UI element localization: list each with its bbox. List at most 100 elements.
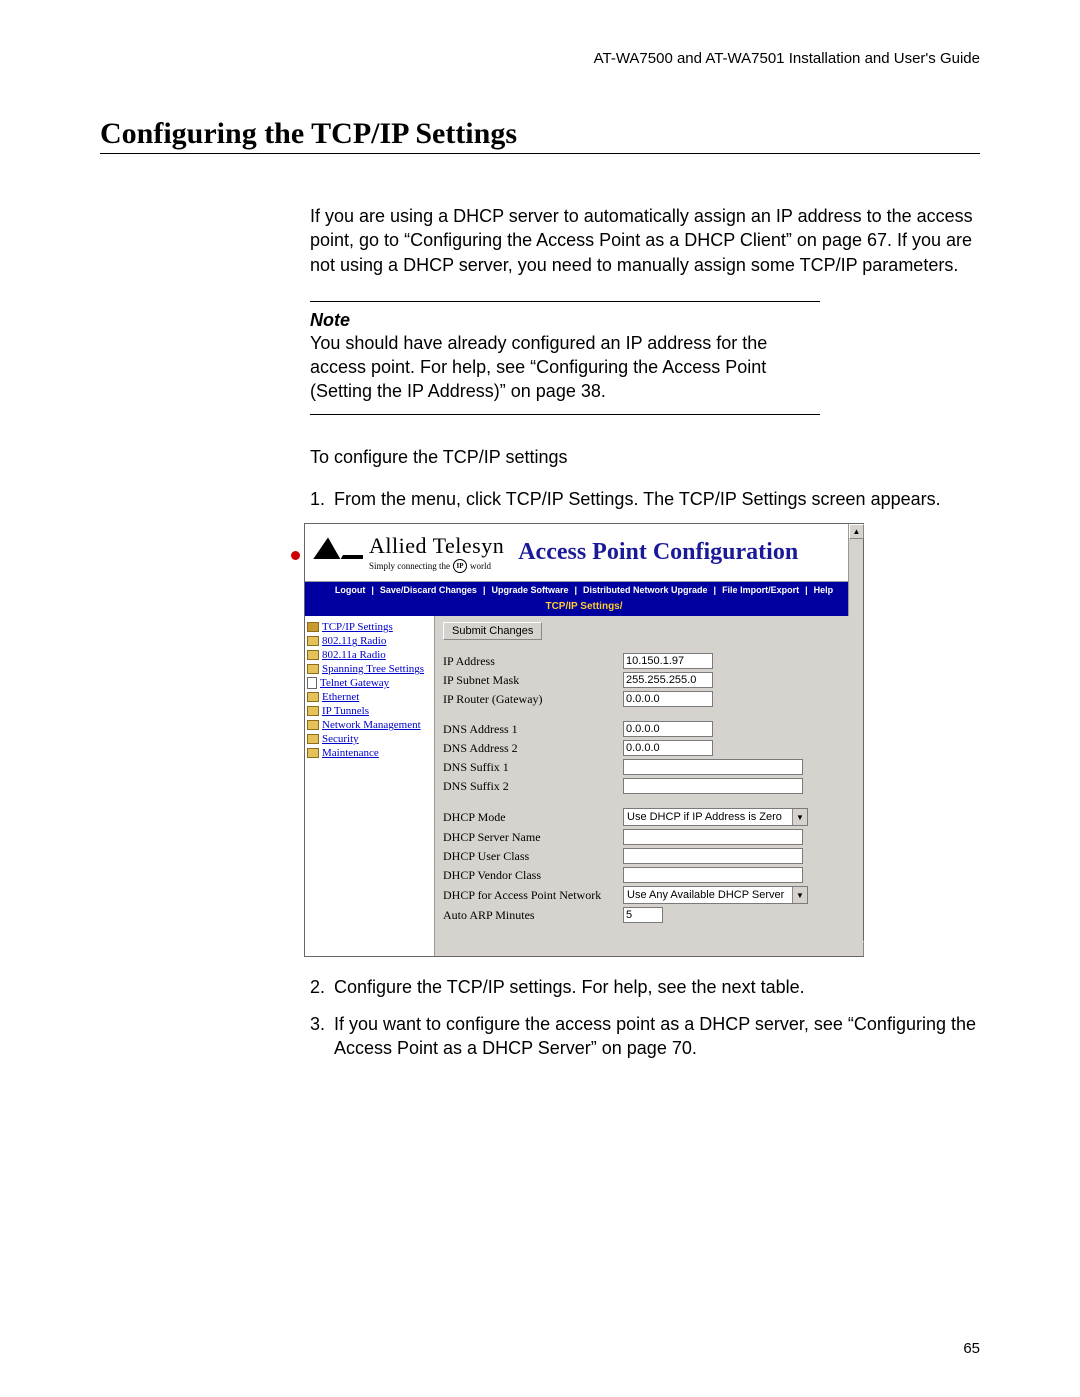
logo-mark-icon (313, 537, 363, 559)
nav-80211a-radio[interactable]: 802.11a Radio (307, 648, 432, 662)
nav-label: 802.11a Radio (322, 649, 386, 661)
ip-router-input[interactable] (623, 691, 713, 707)
doc-header: AT-WA7500 and AT-WA7501 Installation and… (100, 50, 980, 67)
chevron-down-icon: ▼ (792, 809, 807, 825)
menu-logout[interactable]: Logout (333, 585, 368, 595)
dns2-input[interactable] (623, 740, 713, 756)
nav-label: IP Tunnels (322, 705, 369, 717)
dns2-label: DNS Address 2 (443, 741, 623, 756)
scroll-up-icon[interactable]: ▲ (849, 524, 864, 539)
tagline-pre: Simply connecting the (369, 561, 450, 571)
step-text: From the menu, click TCP/IP Settings. Th… (334, 487, 980, 511)
page-number: 65 (963, 1340, 980, 1357)
nav-spanning-tree[interactable]: Spanning Tree Settings (307, 662, 432, 676)
document-icon (307, 677, 317, 689)
form-panel: Submit Changes IP Address IP Subnet Mask… (435, 616, 863, 956)
folder-icon (307, 706, 319, 716)
nav-label: Ethernet (322, 691, 359, 703)
nav-maintenance[interactable]: Maintenance (307, 746, 432, 760)
intro-paragraph: If you are using a DHCP server to automa… (310, 204, 980, 277)
nav-ethernet[interactable]: Ethernet (307, 690, 432, 704)
auto-arp-label: Auto ARP Minutes (443, 908, 623, 923)
folder-open-icon (307, 622, 319, 632)
nav-telnet-gateway[interactable]: Telnet Gateway (307, 676, 432, 690)
folder-icon (307, 734, 319, 744)
side-nav: TCP/IP Settings 802.11g Radio 802.11a Ra… (305, 616, 435, 956)
nav-ip-tunnels[interactable]: IP Tunnels (307, 704, 432, 718)
folder-icon (307, 664, 319, 674)
step-text: Configure the TCP/IP settings. For help,… (334, 975, 980, 999)
ip-address-label: IP Address (443, 654, 623, 669)
dns-suffix2-input[interactable] (623, 778, 803, 794)
nav-80211g-radio[interactable]: 802.11g Radio (307, 634, 432, 648)
menu-upgrade-software[interactable]: Upgrade Software (489, 585, 570, 595)
section-title: Configuring the TCP/IP Settings (100, 117, 980, 154)
nav-security[interactable]: Security (307, 732, 432, 746)
config-title: Access Point Configuration (518, 539, 798, 566)
menu-help[interactable]: Help (812, 585, 836, 595)
auto-arp-input[interactable] (623, 907, 663, 923)
dhcp-user-class-input[interactable] (623, 848, 803, 864)
brand-tagline: Simply connecting the IP world (369, 559, 504, 573)
screenshot-header: Allied Telesyn Simply connecting the IP … (305, 524, 863, 582)
nav-label: TCP/IP Settings (322, 621, 393, 633)
dhcp-server-name-label: DHCP Server Name (443, 830, 623, 845)
dhcp-vendor-class-label: DHCP Vendor Class (443, 868, 623, 883)
dns-suffix1-input[interactable] (623, 759, 803, 775)
step-2: 2. Configure the TCP/IP settings. For he… (310, 975, 980, 999)
to-configure-line: To configure the TCP/IP settings (310, 445, 980, 469)
brand-logo: Allied Telesyn Simply connecting the IP … (313, 533, 504, 573)
select-value: Use Any Available DHCP Server (627, 889, 784, 901)
nav-label: 802.11g Radio (322, 635, 386, 647)
nav-label: Network Management (322, 719, 421, 731)
chevron-down-icon: ▼ (792, 887, 807, 903)
step-number: 3. (310, 1012, 334, 1061)
dns-suffix1-label: DNS Suffix 1 (443, 760, 623, 775)
step-text: If you want to configure the access poin… (334, 1012, 980, 1061)
nav-tcpip-settings[interactable]: TCP/IP Settings (307, 620, 432, 634)
subnet-mask-input[interactable] (623, 672, 713, 688)
menu-distributed-upgrade[interactable]: Distributed Network Upgrade (581, 585, 710, 595)
dns1-label: DNS Address 1 (443, 722, 623, 737)
menu-file-import-export[interactable]: File Import/Export (720, 585, 801, 595)
dhcp-ap-network-label: DHCP for Access Point Network (443, 888, 623, 903)
nav-label: Telnet Gateway (320, 677, 389, 689)
dhcp-mode-select[interactable]: Use DHCP if IP Address is Zero ▼ (623, 808, 808, 826)
note-label: Note (310, 310, 820, 331)
ip-router-label: IP Router (Gateway) (443, 692, 623, 707)
note-box: Note You should have already configured … (310, 301, 820, 415)
brand-name: Allied Telesyn (369, 533, 504, 559)
tcpip-screenshot: ▲ ▼ Allied Telesyn Simply connecting the… (304, 523, 864, 957)
ip-circle-icon: IP (453, 559, 467, 573)
folder-icon (307, 692, 319, 702)
folder-icon (307, 650, 319, 660)
step-3: 3. If you want to configure the access p… (310, 1012, 980, 1061)
dns1-input[interactable] (623, 721, 713, 737)
step-number: 1. (310, 487, 334, 511)
logo-dot-icon (291, 551, 300, 560)
dhcp-mode-label: DHCP Mode (443, 810, 623, 825)
step-1: 1. From the menu, click TCP/IP Settings.… (310, 487, 980, 511)
menu-save-discard[interactable]: Save/Discard Changes (378, 585, 479, 595)
subnet-mask-label: IP Subnet Mask (443, 673, 623, 688)
nav-label: Spanning Tree Settings (322, 663, 424, 675)
submit-changes-button[interactable]: Submit Changes (443, 622, 542, 640)
dhcp-server-name-input[interactable] (623, 829, 803, 845)
ip-address-input[interactable] (623, 653, 713, 669)
folder-icon (307, 636, 319, 646)
tagline-post: world (470, 561, 491, 571)
note-body: You should have already configured an IP… (310, 331, 820, 404)
dhcp-vendor-class-input[interactable] (623, 867, 803, 883)
top-menu-bar: Logout| Save/Discard Changes| Upgrade So… (305, 582, 863, 616)
nav-label: Security (322, 733, 359, 745)
breadcrumb: TCP/IP Settings/ (305, 598, 863, 616)
select-value: Use DHCP if IP Address is Zero (627, 811, 782, 823)
dns-suffix2-label: DNS Suffix 2 (443, 779, 623, 794)
folder-icon (307, 720, 319, 730)
dhcp-user-class-label: DHCP User Class (443, 849, 623, 864)
folder-icon (307, 748, 319, 758)
nav-label: Maintenance (322, 747, 379, 759)
dhcp-ap-network-select[interactable]: Use Any Available DHCP Server ▼ (623, 886, 808, 904)
step-number: 2. (310, 975, 334, 999)
nav-network-management[interactable]: Network Management (307, 718, 432, 732)
